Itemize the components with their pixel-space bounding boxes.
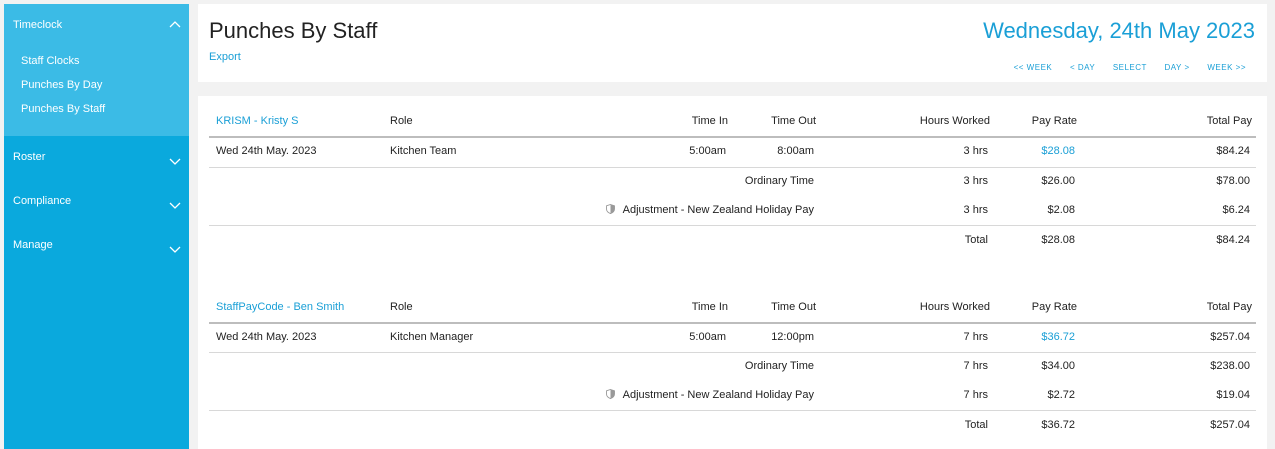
divider — [209, 136, 1256, 138]
page-header: Punches By Staff Export Wednesday, 24th … — [198, 4, 1267, 82]
punches-table: KRISM - Kristy S Role Time In Time Out H… — [198, 96, 1267, 449]
sidebar-section-roster[interactable]: Roster — [4, 144, 189, 174]
next-week-button[interactable]: WEEK >> — [1207, 63, 1246, 72]
staff-name-link[interactable]: StaffPayCode - Ben Smith — [216, 301, 344, 313]
sidebar-section-manage[interactable]: Manage — [4, 232, 189, 262]
punch-role: Kitchen Team — [390, 145, 457, 157]
column-header-total-pay: Total Pay — [1206, 301, 1252, 313]
sidebar-item-staff-clocks[interactable]: Staff Clocks — [21, 55, 80, 67]
column-header-total-pay: Total Pay — [1206, 115, 1252, 127]
ordinary-total-pay: $78.00 — [1216, 175, 1250, 187]
total-total-pay: $257.04 — [1210, 419, 1250, 431]
total-label: Total — [964, 419, 988, 431]
divider — [209, 225, 1256, 226]
total-total-pay: $84.24 — [1216, 234, 1250, 246]
sidebar-section-manage-title: Manage — [13, 239, 53, 251]
chevron-down-icon — [169, 202, 181, 209]
punch-pay-rate-link[interactable]: $36.72 — [1041, 331, 1075, 343]
sidebar-section-compliance-title: Compliance — [13, 195, 72, 207]
page-title: Punches By Staff — [209, 18, 378, 43]
punch-pay-rate-link[interactable]: $28.08 — [1041, 145, 1075, 157]
adjustment-pay-rate: $2.08 — [1047, 204, 1075, 216]
divider — [209, 167, 1256, 168]
sidebar-section-timeclock-title[interactable]: Timeclock — [13, 19, 62, 31]
ordinary-total-pay: $238.00 — [1210, 360, 1250, 372]
date-heading: Wednesday, 24th May 2023 — [983, 18, 1255, 43]
total-pay-rate: $36.72 — [1041, 419, 1075, 431]
date-navigation: << WEEK < DAY SELECT DAY > WEEK >> — [999, 63, 1246, 72]
ordinary-time-label: Ordinary Time — [744, 175, 814, 187]
divider — [209, 410, 1256, 411]
column-header-role: Role — [390, 301, 413, 313]
adjustment-label: Adjustment - New Zealand Holiday Pay — [622, 389, 814, 401]
column-header-time-in: Time In — [691, 301, 728, 313]
chevron-up-icon[interactable] — [169, 20, 181, 28]
next-day-button[interactable]: DAY > — [1165, 63, 1190, 72]
ordinary-time-label: Ordinary Time — [744, 360, 814, 372]
column-header-hours: Hours Worked — [919, 301, 990, 313]
punch-hours: 3 hrs — [963, 145, 988, 157]
sidebar-section-compliance[interactable]: Compliance — [4, 188, 189, 218]
punch-time-out: 8:00am — [777, 145, 814, 157]
sidebar-section-timeclock: Timeclock Staff Clocks Punches By Day Pu… — [4, 4, 189, 136]
ordinary-pay-rate: $26.00 — [1041, 175, 1075, 187]
select-date-button[interactable]: SELECT — [1113, 63, 1147, 72]
divider — [209, 352, 1256, 353]
punch-date: Wed 24th May. 2023 — [216, 331, 317, 343]
column-header-time-out: Time Out — [771, 115, 816, 127]
adjustment-total-pay: $19.04 — [1216, 389, 1250, 401]
column-header-role: Role — [390, 115, 413, 127]
adjustment-label-wrap: Adjustment - New Zealand Holiday Pay — [605, 389, 814, 401]
punch-total-pay: $84.24 — [1216, 145, 1250, 157]
total-pay-rate: $28.08 — [1041, 234, 1075, 246]
punch-time-in: 5:00am — [689, 145, 726, 157]
punch-total-pay: $257.04 — [1210, 331, 1250, 343]
sidebar-section-roster-title: Roster — [13, 151, 46, 163]
column-header-pay-rate: Pay Rate — [1031, 301, 1077, 313]
staff-name-link[interactable]: KRISM - Kristy S — [216, 115, 299, 127]
shield-icon — [605, 204, 615, 214]
ordinary-hours: 3 hrs — [963, 175, 988, 187]
sidebar-item-punches-by-staff[interactable]: Punches By Staff — [21, 103, 105, 115]
punch-date: Wed 24th May. 2023 — [216, 145, 317, 157]
adjustment-label-wrap: Adjustment - New Zealand Holiday Pay — [605, 204, 814, 216]
punch-role: Kitchen Manager — [390, 331, 474, 343]
adjustment-pay-rate: $2.72 — [1047, 389, 1075, 401]
export-link[interactable]: Export — [209, 51, 241, 63]
punch-time-in: 5:00am — [689, 331, 726, 343]
adjustment-label: Adjustment - New Zealand Holiday Pay — [622, 204, 814, 216]
adjustment-total-pay: $6.24 — [1222, 204, 1250, 216]
chevron-down-icon — [169, 246, 181, 253]
ordinary-hours: 7 hrs — [963, 360, 988, 372]
column-header-hours: Hours Worked — [919, 115, 990, 127]
total-label: Total — [964, 234, 988, 246]
shield-icon — [605, 389, 615, 399]
column-header-time-out: Time Out — [771, 301, 816, 313]
adjustment-hours: 3 hrs — [963, 204, 988, 216]
punch-time-out: 12:00pm — [771, 331, 814, 343]
prev-day-button[interactable]: < DAY — [1070, 63, 1095, 72]
sidebar: Timeclock Staff Clocks Punches By Day Pu… — [4, 4, 189, 449]
divider — [209, 322, 1256, 324]
ordinary-pay-rate: $34.00 — [1041, 360, 1075, 372]
prev-week-button[interactable]: << WEEK — [1014, 63, 1053, 72]
adjustment-hours: 7 hrs — [963, 389, 988, 401]
chevron-down-icon — [169, 158, 181, 165]
column-header-time-in: Time In — [691, 115, 728, 127]
punch-hours: 7 hrs — [963, 331, 988, 343]
sidebar-item-punches-by-day[interactable]: Punches By Day — [21, 79, 102, 91]
column-header-pay-rate: Pay Rate — [1031, 115, 1077, 127]
